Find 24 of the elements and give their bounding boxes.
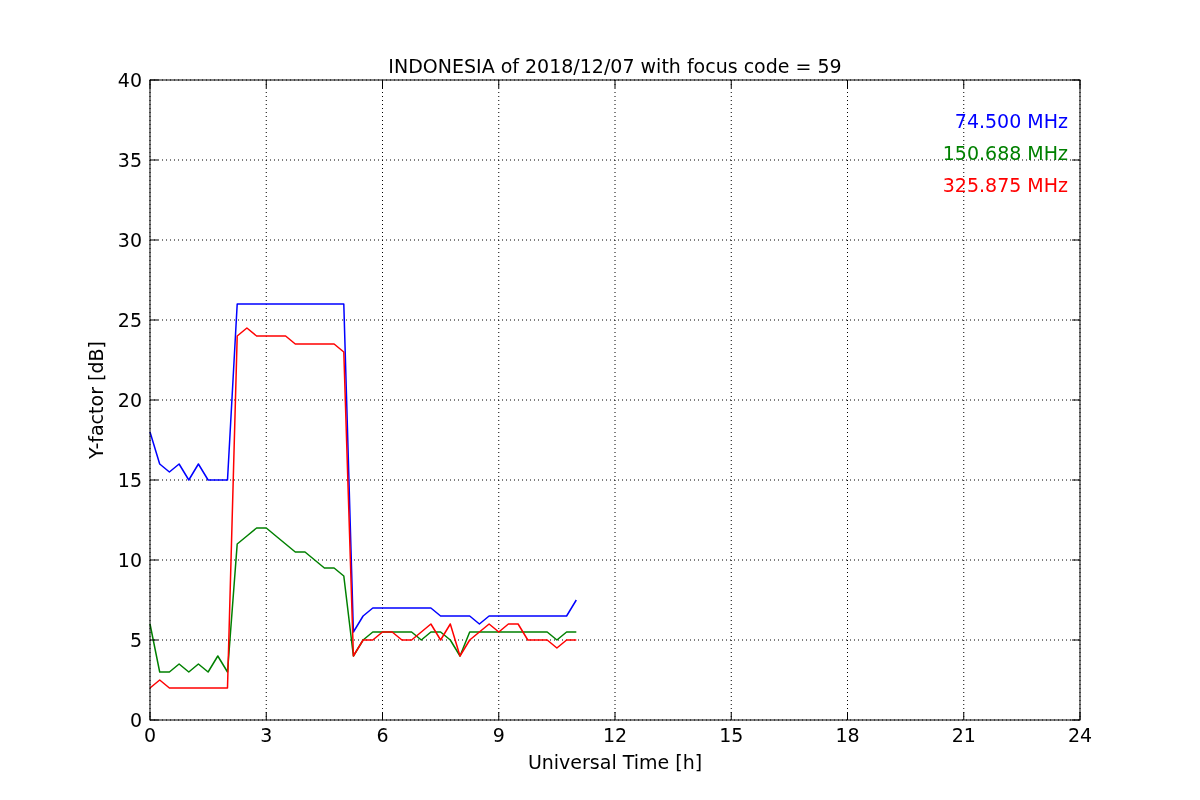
y-tick-label: 0 bbox=[129, 709, 142, 731]
y-axis-label: Y-factor [dB] bbox=[85, 341, 107, 459]
x-tick-label: 12 bbox=[602, 724, 628, 746]
x-tick-label: 6 bbox=[376, 724, 389, 746]
x-tick-label: 18 bbox=[835, 724, 860, 746]
y-tick-label: 10 bbox=[117, 549, 142, 571]
frequency-label: 325.875 MHz bbox=[942, 174, 1068, 196]
y-tick-label: 40 bbox=[117, 69, 142, 91]
x-tick-label: 24 bbox=[1067, 724, 1093, 746]
x-axis-label: Universal Time [h] bbox=[527, 751, 703, 773]
x-tick-label: 3 bbox=[260, 724, 273, 746]
chart-title: INDONESIA of 2018/12/07 with focus code = 59 bbox=[388, 55, 842, 77]
x-tick-label: 9 bbox=[492, 724, 505, 746]
y-tick-label: 20 bbox=[117, 389, 142, 411]
y-tick-label: 15 bbox=[117, 469, 142, 491]
x-tick-label: 0 bbox=[143, 724, 157, 746]
frequency-label: 150.688 MHz bbox=[942, 142, 1068, 164]
x-tick-label: 21 bbox=[951, 724, 976, 746]
x-tick-label: 15 bbox=[719, 724, 744, 746]
y-tick-label: 5 bbox=[129, 629, 142, 651]
frequency-label: 74.500 MHz bbox=[954, 110, 1068, 132]
y-tick-label: 30 bbox=[117, 229, 142, 251]
y-tick-label: 25 bbox=[117, 309, 142, 331]
y-tick-label: 35 bbox=[117, 149, 142, 171]
